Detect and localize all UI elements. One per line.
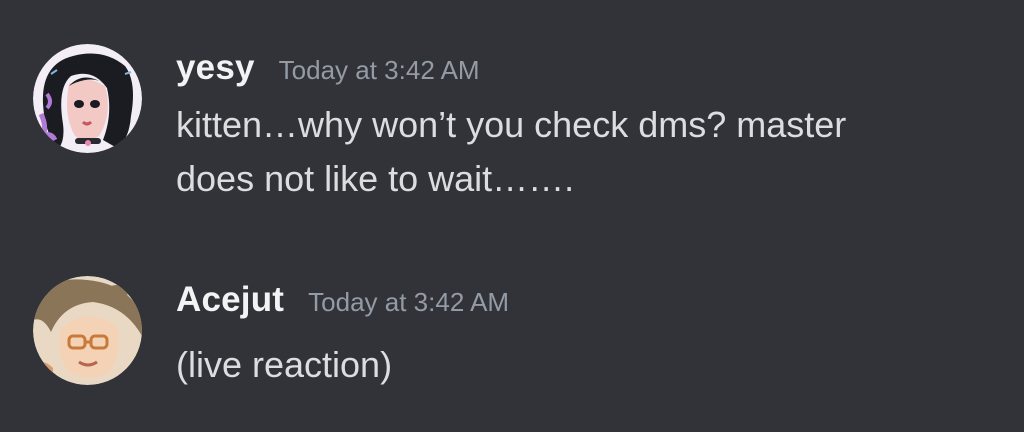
timestamp[interactable]: Today at 3:42 AM (279, 55, 480, 86)
message-text-line: (live reaction) (176, 344, 393, 385)
message-text-line: does not like to wait……. (176, 158, 575, 199)
avatar-image (33, 44, 142, 153)
avatar-image (33, 276, 142, 385)
timestamp[interactable]: Today at 3:42 AM (308, 287, 509, 318)
message-content: (live reaction) (176, 338, 996, 392)
username[interactable]: Acejut (176, 280, 284, 320)
message-header: yesy Today at 3:42 AM (176, 48, 480, 88)
message-item: yesy Today at 3:42 AM kitten…why won’t y… (0, 44, 1024, 224)
message-header: Acejut Today at 3:42 AM (176, 280, 509, 320)
chat-messages: yesy Today at 3:42 AM kitten…why won’t y… (0, 0, 1024, 432)
avatar[interactable] (33, 276, 142, 385)
message-item: Acejut Today at 3:42 AM (live reaction) (0, 276, 1024, 396)
message-content: kitten…why won’t you check dms? master d… (176, 98, 996, 206)
message-text-line: kitten…why won’t you check dms? master (176, 104, 847, 145)
avatar[interactable] (33, 44, 142, 153)
username[interactable]: yesy (176, 48, 255, 88)
